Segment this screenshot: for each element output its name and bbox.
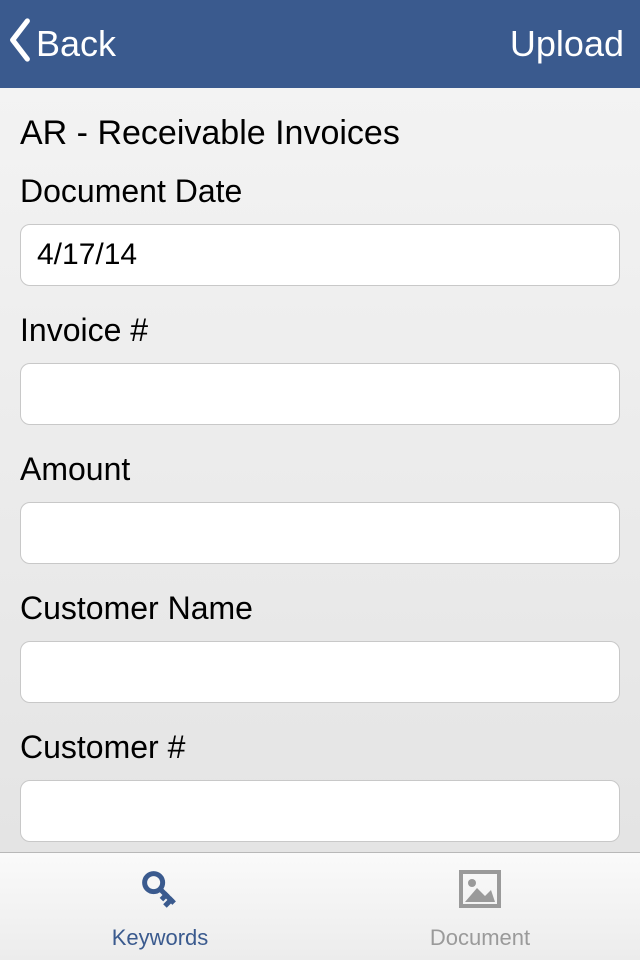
amount-label: Amount [20, 451, 620, 488]
upload-label: Upload [510, 23, 624, 64]
tab-keywords[interactable]: Keywords [0, 853, 320, 960]
tab-keywords-label: Keywords [112, 925, 209, 951]
customer-number-input[interactable] [20, 780, 620, 842]
image-icon [453, 862, 507, 921]
invoice-number-label: Invoice # [20, 312, 620, 349]
invoice-number-input[interactable] [20, 363, 620, 425]
field-document-date: Document Date [20, 173, 620, 286]
chevron-left-icon [6, 18, 34, 71]
tab-bar: Keywords Document [0, 852, 640, 960]
amount-input[interactable] [20, 502, 620, 564]
back-button[interactable]: Back [6, 18, 116, 71]
document-date-input[interactable] [20, 224, 620, 286]
tab-document[interactable]: Document [320, 853, 640, 960]
field-customer-number: Customer # [20, 729, 620, 842]
customer-name-label: Customer Name [20, 590, 620, 627]
customer-name-input[interactable] [20, 641, 620, 703]
document-date-label: Document Date [20, 173, 620, 210]
field-invoice-number: Invoice # [20, 312, 620, 425]
tab-document-label: Document [430, 925, 530, 951]
field-amount: Amount [20, 451, 620, 564]
form-content: AR - Receivable Invoices Document Date I… [0, 88, 640, 852]
back-label: Back [36, 23, 116, 65]
key-icon [133, 862, 187, 921]
field-customer-name: Customer Name [20, 590, 620, 703]
page-title: AR - Receivable Invoices [20, 88, 620, 173]
customer-number-label: Customer # [20, 729, 620, 766]
upload-button[interactable]: Upload [510, 23, 624, 65]
nav-header: Back Upload [0, 0, 640, 88]
